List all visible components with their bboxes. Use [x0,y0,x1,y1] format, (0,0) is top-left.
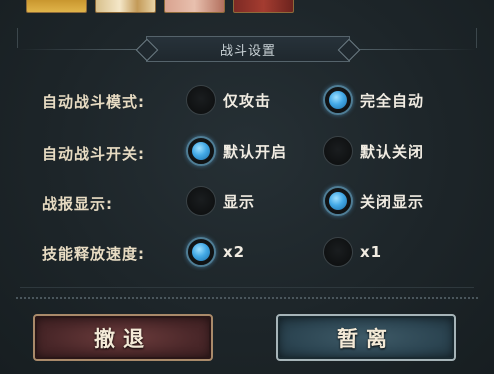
thumbnail-1[interactable] [26,0,87,13]
option-label: 默认开启 [223,142,288,161]
radio-default-off[interactable] [323,136,353,166]
option-show[interactable]: 显示 [186,186,255,216]
radio-speed-x2[interactable] [186,237,216,267]
option-label: x1 [360,243,383,261]
thumbnail-2[interactable] [95,0,156,13]
thumbnail-4[interactable] [233,0,294,13]
option-attack-only[interactable]: 仅攻击 [186,85,271,115]
battle-report-label: 战报显示: [42,195,113,213]
option-label: 完全自动 [360,91,425,110]
option-label: 默认关闭 [360,142,425,161]
radio-show[interactable] [186,186,216,216]
radio-full-auto[interactable] [323,85,353,115]
option-label: 仅攻击 [223,91,272,110]
option-label: x2 [223,243,246,261]
option-full-auto[interactable]: 完全自动 [323,85,424,115]
option-label: 关闭显示 [360,192,425,211]
option-speed-x1[interactable]: x1 [323,237,382,267]
section-header: 战斗设置 [146,36,350,62]
battle-settings-panel: 战斗设置 自动战斗模式: 仅攻击 完全自动 自动战斗开关: 默认开启 默认关闭 … [0,0,494,374]
auto-battle-switch-label: 自动战斗开关: [42,145,145,163]
section-title: 战斗设置 [219,43,276,59]
dotted-divider [16,297,478,299]
leave-button[interactable]: 暂离 [276,314,456,361]
frame-right-edge [476,28,477,48]
radio-default-on[interactable] [186,136,216,166]
radio-speed-x1[interactable] [323,237,353,267]
option-hide[interactable]: 关闭显示 [323,186,424,216]
auto-battle-mode-label: 自动战斗模式: [42,93,145,111]
retreat-button[interactable]: 撤退 [33,314,213,361]
top-thumbnail-strip [26,0,294,14]
thumbnail-3[interactable] [164,0,225,13]
panel-bottom-border [20,287,474,288]
option-default-on[interactable]: 默认开启 [186,136,287,166]
skill-speed-label: 技能释放速度: [42,245,145,263]
option-default-off[interactable]: 默认关闭 [323,136,424,166]
option-label: 显示 [223,192,256,211]
frame-left-edge [17,28,18,48]
radio-attack-only[interactable] [186,85,216,115]
option-speed-x2[interactable]: x2 [186,237,245,267]
radio-hide[interactable] [323,186,353,216]
